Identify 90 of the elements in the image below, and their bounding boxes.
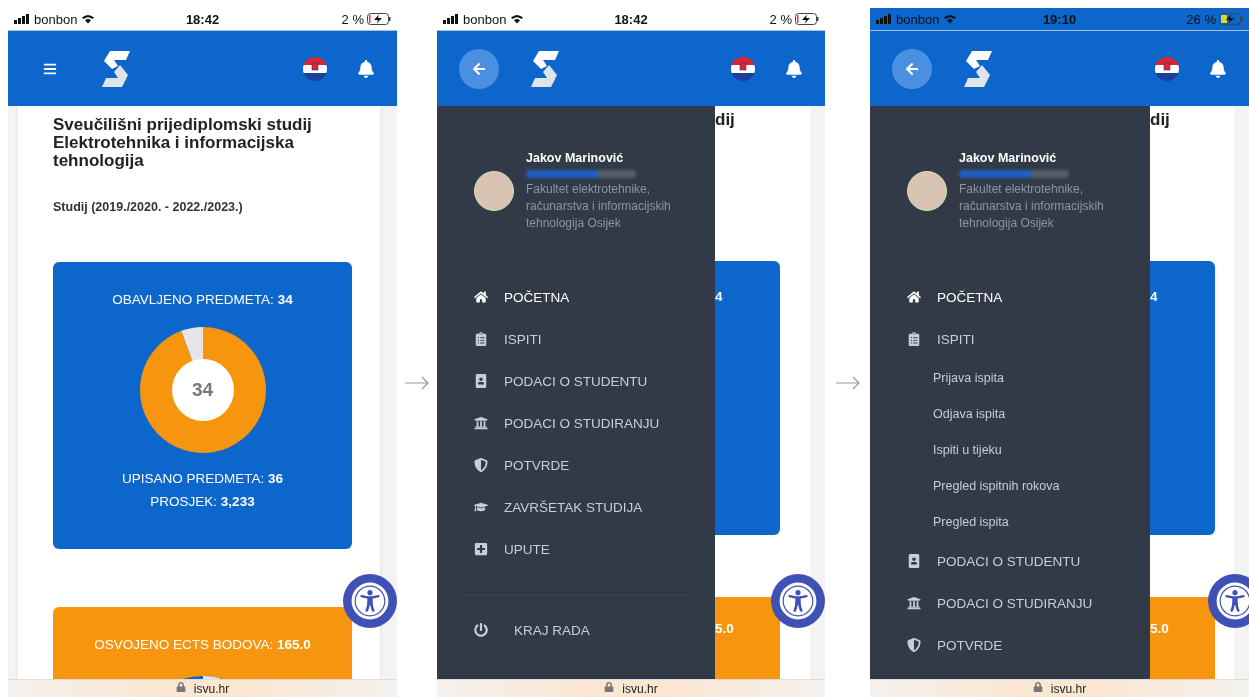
- logout-item[interactable]: KRAJ RADA: [437, 609, 715, 651]
- carrier-name: bonbon: [896, 11, 940, 27]
- heading-fragment: 4: [715, 289, 723, 304]
- bank-icon: [907, 596, 921, 610]
- battery-percent: 26 %: [1186, 11, 1216, 27]
- stat-heading: OSVOJENO ECTS BODOVA: 165.0: [94, 636, 311, 654]
- left-arrow-icon[interactable]: [472, 61, 486, 76]
- home-icon: [474, 290, 488, 304]
- study-period: Studij (2019./2020. - 2022./2023.): [53, 200, 244, 214]
- arrow-icon: [834, 375, 861, 390]
- flag-icon[interactable]: [731, 56, 755, 81]
- id-card-icon: [907, 554, 921, 568]
- url-bar[interactable]: isvu.hr: [8, 679, 397, 697]
- heading-fragment: 4: [1150, 289, 1158, 304]
- nav-item[interactable]: POČETNA: [437, 276, 715, 318]
- battery-icon: [795, 13, 819, 25]
- heading-fragment: 5.0: [1150, 621, 1169, 636]
- shield-check-icon: [907, 638, 921, 652]
- heading-fragment: 5.0: [715, 621, 734, 636]
- clipboard-icon: [907, 332, 921, 346]
- stat-line: UPISANO PREDMETA: 36: [121, 470, 284, 488]
- signal-icon: [443, 14, 459, 24]
- nav-item[interactable]: PODACI O STUDIRANJU: [437, 402, 715, 444]
- graduation-cap-icon: [474, 500, 488, 514]
- home-icon: [907, 290, 921, 304]
- signal-icon: [876, 14, 892, 24]
- battery-icon: [1219, 13, 1243, 25]
- nav-item[interactable]: ISPITI: [870, 318, 1150, 360]
- url-text: isvu.hr: [622, 681, 658, 696]
- nav-subitem[interactable]: Odjava ispita: [870, 396, 1150, 432]
- id-card-icon: [474, 374, 488, 388]
- carrier-name: bonbon: [463, 11, 507, 27]
- battery-icon: [367, 13, 391, 25]
- logo-icon[interactable]: [100, 50, 132, 87]
- menu-icon[interactable]: [43, 61, 57, 76]
- nav-item[interactable]: ZAVRŠETAK STUDIJA: [437, 486, 715, 528]
- nav-item[interactable]: ISPITI: [437, 318, 715, 360]
- clock-time: 18:42: [614, 11, 648, 27]
- nav-item[interactable]: POTVRDE: [870, 624, 1150, 666]
- bank-icon: [474, 416, 488, 430]
- left-arrow-icon[interactable]: [905, 61, 919, 76]
- wifi-icon: [510, 14, 525, 24]
- donut-label: 34: [191, 379, 214, 401]
- study-title: Sveučilišni prijediplomski studij Elektrotehnika i informacijska tehnologija: [53, 116, 313, 170]
- faculty-name: Fakultet elektrotehnike, računarstva i informacijskih tehnologija Osijek: [959, 181, 1105, 232]
- person-icon: [779, 582, 817, 620]
- nav-item[interactable]: PODACI O STUDENTU: [437, 360, 715, 402]
- nav-subitem[interactable]: Pregled ispitnih rokova: [870, 468, 1150, 504]
- url-text: isvu.hr: [193, 681, 230, 696]
- title-fragment: dij: [715, 110, 736, 130]
- title-fragment: dij: [1150, 110, 1171, 130]
- user-name: Jakov Marinović: [526, 150, 625, 166]
- clock-time: 19:10: [1042, 11, 1077, 27]
- shield-check-icon: [474, 458, 488, 472]
- url-text: isvu.hr: [1050, 681, 1087, 696]
- arrow-icon: [404, 375, 430, 390]
- avatar: [907, 171, 947, 211]
- nav-item[interactable]: UPUTE: [437, 528, 715, 570]
- flag-icon[interactable]: [303, 56, 327, 81]
- logo-icon[interactable]: [529, 50, 561, 87]
- clock-time: 18:42: [185, 11, 220, 27]
- stat-line: PROSJEK: 3,233: [150, 493, 255, 511]
- faculty-name: Fakultet elektrotehnike, računarstva i informacijskih tehnologija Osijek: [526, 181, 672, 232]
- user-name: Jakov Marinović: [959, 150, 1058, 166]
- url-bar[interactable]: isvu.hr: [870, 679, 1249, 697]
- nav-subitem[interactable]: Ispiti u tijeku: [870, 432, 1150, 468]
- battery-percent: 2 %: [769, 11, 792, 27]
- back-button[interactable]: [892, 48, 932, 89]
- power-icon: [474, 623, 488, 637]
- nav-item[interactable]: PODACI O STUDENTU: [870, 540, 1150, 582]
- carrier-name: bonbon: [34, 11, 78, 27]
- nav-item[interactable]: PODACI O STUDIRANJU: [870, 582, 1150, 624]
- person-icon: [351, 582, 389, 620]
- signal-icon: [14, 14, 30, 24]
- donut-hole: [171, 359, 234, 421]
- back-button[interactable]: [459, 48, 499, 89]
- stat-heading: OBAVLJENO PREDMETA: 34: [112, 291, 293, 309]
- flag-icon[interactable]: [1155, 56, 1179, 81]
- logo-icon[interactable]: [962, 50, 994, 87]
- avatar: [474, 171, 514, 211]
- url-bar[interactable]: isvu.hr: [437, 679, 825, 697]
- nav-subitem[interactable]: Prijava ispita: [870, 360, 1150, 396]
- battery-percent: 2 %: [341, 11, 364, 27]
- wifi-icon: [81, 14, 96, 24]
- clipboard-icon: [474, 332, 488, 346]
- wifi-icon: [943, 14, 958, 24]
- nav-item[interactable]: POČETNA: [870, 276, 1150, 318]
- nav-item[interactable]: POTVRDE: [437, 444, 715, 486]
- nav-subitem[interactable]: Pregled ispita: [870, 504, 1150, 540]
- person-icon: [1216, 582, 1249, 620]
